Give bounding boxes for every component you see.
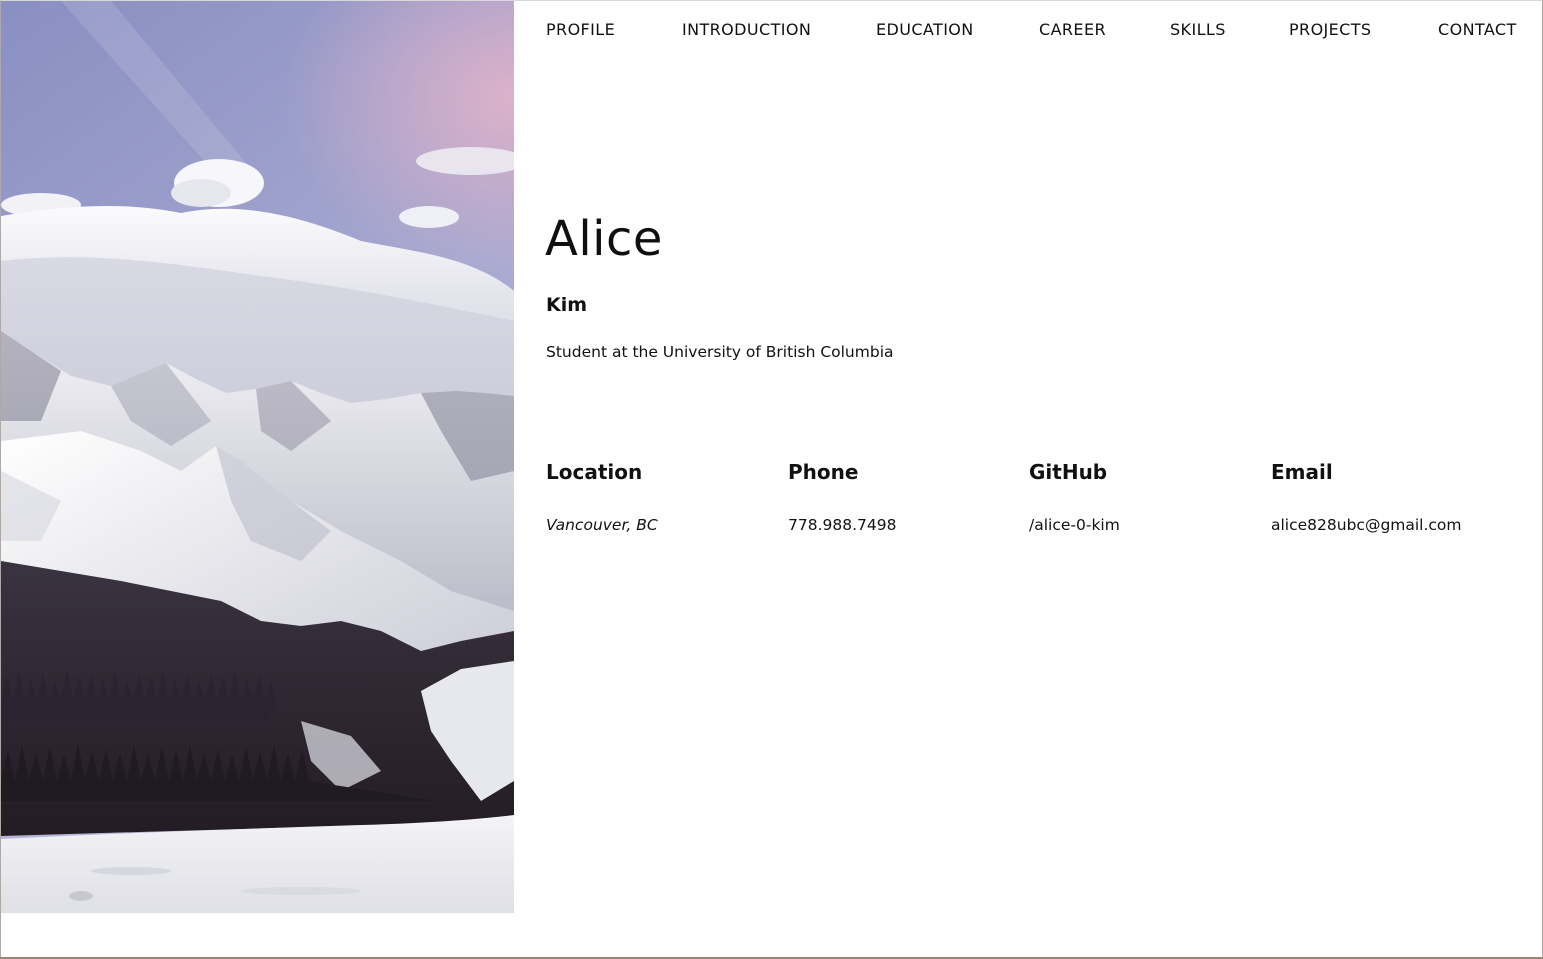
nav-link-introduction[interactable]: INTRODUCTION [682,20,811,39]
profile-subtitle: Student at the University of British Col… [546,343,894,361]
phone-label: Phone [788,460,859,484]
last-name-subheading: Kim [546,294,588,316]
nav-link-education[interactable]: EDUCATION [876,20,974,39]
email-link[interactable]: alice828ubc@gmail.com [1271,516,1462,534]
nav-link-profile[interactable]: PROFILE [546,20,615,39]
hero-mountain-photo [1,1,514,913]
phone-value: 778.988.7498 [788,516,897,534]
github-label: GitHub [1029,460,1108,484]
nav-link-contact[interactable]: CONTACT [1438,20,1517,39]
first-name-heading: Alice [545,211,663,267]
nav-link-career[interactable]: CAREER [1039,20,1106,39]
top-nav: PROFILE INTRODUCTION EDUCATION CAREER SK… [546,20,1517,42]
github-link[interactable]: /alice-0-kim [1029,516,1120,534]
location-value: Vancouver, BC [546,516,658,534]
email-label: Email [1271,460,1333,484]
nav-link-projects[interactable]: PROJECTS [1289,20,1372,39]
nav-link-skills[interactable]: SKILLS [1170,20,1226,39]
location-label: Location [546,460,643,484]
